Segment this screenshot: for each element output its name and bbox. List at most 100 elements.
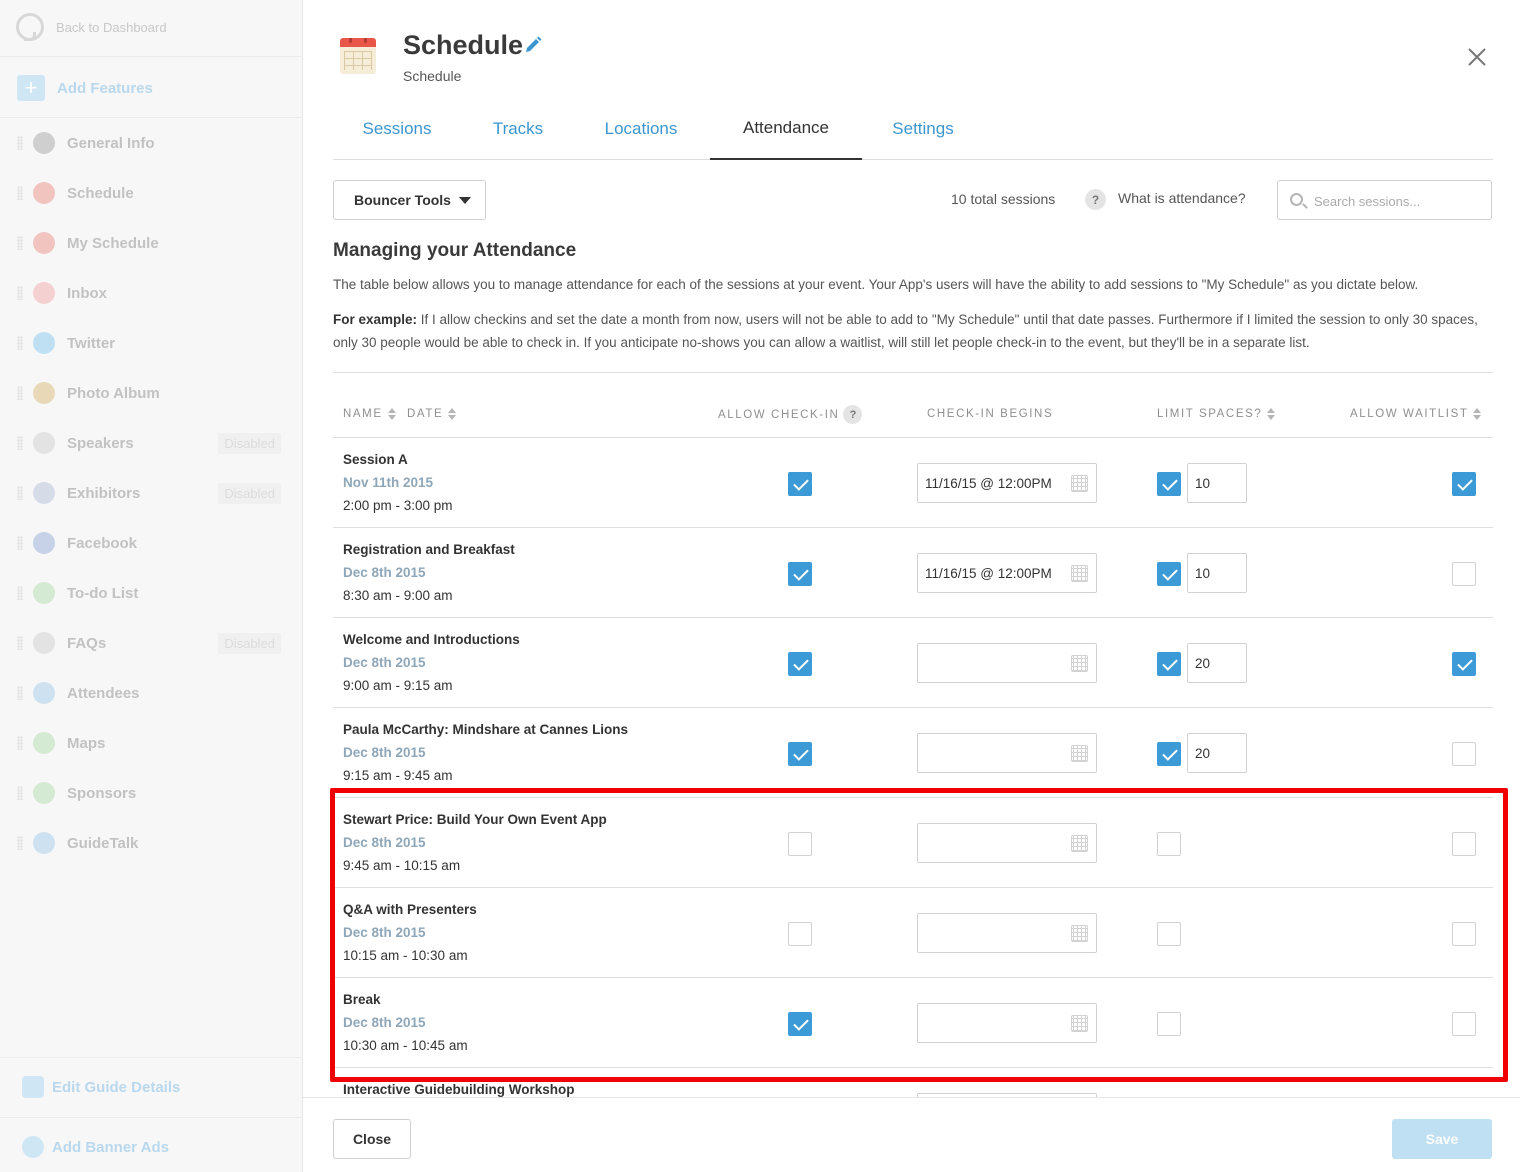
drag-handle-icon[interactable] [17,786,23,800]
allow-waitlist-checkbox[interactable] [1452,832,1476,856]
checkin-begins-field[interactable] [917,1003,1097,1043]
sidebar-item-general-info[interactable]: General Info [0,123,303,163]
drag-handle-icon[interactable] [17,186,23,200]
plus-icon: + [17,75,45,101]
limit-spaces-checkbox[interactable] [1157,832,1181,856]
tab-attendance[interactable]: Attendance [710,98,862,160]
drag-handle-icon[interactable] [17,486,23,500]
spaces-input[interactable]: 10 [1187,553,1247,593]
session-name: Break [343,992,381,1007]
edit-guide-details-link[interactable]: Edit Guide Details [22,1076,180,1098]
limit-spaces-checkbox[interactable] [1157,742,1181,766]
drag-handle-icon[interactable] [17,336,23,350]
sidebar-item-maps[interactable]: Maps [0,723,303,763]
allow-checkin-checkbox[interactable] [788,922,812,946]
sidebar-item-attendees[interactable]: Attendees [0,673,303,713]
allow-checkin-checkbox[interactable] [788,832,812,856]
allow-checkin-checkbox[interactable] [788,1012,812,1036]
sidebar-item-label: Maps [67,734,106,752]
drag-handle-icon[interactable] [17,636,23,650]
tab-sessions[interactable]: Sessions [353,98,441,160]
sidebar-item-exhibitors[interactable]: Exhibitors Disabled [0,473,303,513]
tab-tracks[interactable]: Tracks [483,98,553,160]
calendar-icon[interactable] [1071,745,1088,762]
sidebar-item-photo-album[interactable]: Photo Album [0,373,303,413]
allow-waitlist-checkbox[interactable] [1452,562,1476,586]
allow-waitlist-checkbox[interactable] [1452,472,1476,496]
column-header-date[interactable]: DATE [407,408,457,420]
allow-checkin-checkbox[interactable] [788,742,812,766]
drag-handle-icon[interactable] [17,736,23,750]
drag-handle-icon[interactable] [17,236,23,250]
sidebar-item-to-do-list[interactable]: To-do List [0,573,303,613]
calendar-icon[interactable] [1071,835,1088,852]
calendar-icon[interactable] [1071,655,1088,672]
spaces-input[interactable]: 20 [1187,643,1247,683]
bouncer-tools-dropdown[interactable]: Bouncer Tools [333,180,486,220]
sidebar-item-inbox[interactable]: Inbox [0,273,303,313]
limit-spaces-checkbox[interactable] [1157,922,1181,946]
question-icon[interactable]: ? [843,405,863,424]
checkin-begins-field[interactable] [917,913,1097,953]
photo-icon [33,382,55,404]
checkin-begins-field[interactable] [917,733,1097,773]
add-banner-ads-link[interactable]: Add Banner Ads [22,1136,169,1158]
drag-handle-icon[interactable] [17,436,23,450]
column-header-name[interactable]: NAME [343,408,396,420]
limit-spaces-checkbox[interactable] [1157,1012,1181,1036]
drag-handle-icon[interactable] [17,286,23,300]
limit-spaces-checkbox[interactable] [1157,652,1181,676]
allow-waitlist-checkbox[interactable] [1452,922,1476,946]
checkin-begins-field[interactable] [917,643,1097,683]
drag-handle-icon[interactable] [17,136,23,150]
checkin-begins-field[interactable]: 11/16/15 @ 12:00PM [917,463,1097,503]
session-date: Dec 8th 2015 [343,655,426,670]
close-button[interactable]: Close [333,1119,411,1159]
pencil-icon[interactable] [523,35,543,55]
column-header-allow-waitlist[interactable]: ALLOW WAITLIST [1350,408,1482,420]
allow-waitlist-checkbox[interactable] [1452,1012,1476,1036]
allow-checkin-checkbox[interactable] [788,472,812,496]
checkin-begins-field[interactable] [917,823,1097,863]
close-icon[interactable] [1466,46,1488,68]
allow-waitlist-checkbox[interactable] [1452,652,1476,676]
back-to-dashboard-link[interactable]: Back to Dashboard [16,12,167,42]
sidebar-item-sponsors[interactable]: Sponsors [0,773,303,813]
sidebar-item-faqs[interactable]: FAQs Disabled [0,623,303,663]
spaces-input[interactable]: 10 [1187,463,1247,503]
tab-locations[interactable]: Locations [595,98,687,160]
sidebar-item-twitter[interactable]: Twitter [0,323,303,363]
calendar-icon[interactable] [1071,475,1088,492]
search-input[interactable] [1314,189,1484,213]
sidebar-item-facebook[interactable]: Facebook [0,523,303,563]
limit-spaces-checkbox[interactable] [1157,472,1181,496]
calendar-icon[interactable] [1071,565,1088,582]
calendar-icon[interactable] [1071,1015,1088,1032]
what-is-attendance-link[interactable]: What is attendance? [1118,190,1246,206]
sidebar-item-label: To-do List [67,584,139,602]
calendar-icon[interactable] [1071,925,1088,942]
sidebar-item-schedule[interactable]: Schedule [0,173,303,213]
limit-spaces-checkbox[interactable] [1157,562,1181,586]
sidebar-item-guidetalk[interactable]: GuideTalk [0,823,303,863]
drag-handle-icon[interactable] [17,836,23,850]
drag-handle-icon[interactable] [17,536,23,550]
example-text: For example: If I allow checkins and set… [333,308,1493,354]
allow-waitlist-checkbox[interactable] [1452,742,1476,766]
question-icon[interactable]: ? [1085,189,1106,210]
drag-handle-icon[interactable] [17,386,23,400]
allow-checkin-checkbox[interactable] [788,652,812,676]
column-header-limit-spaces[interactable]: LIMIT SPACES? [1157,408,1276,420]
checkin-begins-field[interactable]: 11/16/15 @ 12:00PM [917,553,1097,593]
drag-handle-icon[interactable] [17,686,23,700]
allow-checkin-checkbox[interactable] [788,562,812,586]
save-button[interactable]: Save [1392,1119,1492,1159]
sidebar-item-my-schedule[interactable]: My Schedule [0,223,303,263]
spaces-input[interactable]: 20 [1187,733,1247,773]
sidebar-divider [0,1117,303,1118]
search-box[interactable] [1277,180,1492,220]
tab-settings[interactable]: Settings [885,98,961,160]
add-features-button[interactable]: + Add Features [17,75,153,101]
sidebar-item-speakers[interactable]: Speakers Disabled [0,423,303,463]
drag-handle-icon[interactable] [17,586,23,600]
